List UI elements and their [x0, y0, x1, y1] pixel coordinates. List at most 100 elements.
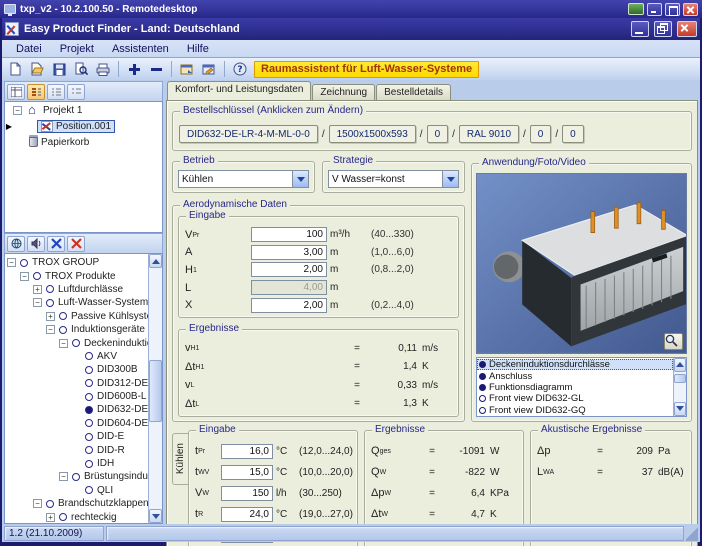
- product-tree-item[interactable]: + Luftdurchlässe: [7, 283, 148, 296]
- order-code-button[interactable]: DID632-DE-LR-4-M-ML-0-0: [179, 125, 318, 143]
- product-tree-item[interactable]: DID-R: [7, 443, 148, 456]
- order-code-button[interactable]: 1500x1500x593: [328, 125, 416, 143]
- list-view-icon[interactable]: [47, 83, 65, 100]
- save-icon[interactable]: [49, 60, 69, 79]
- media-list-item[interactable]: Front view DID632-GL: [477, 393, 673, 404]
- tree-view-icon[interactable]: [27, 83, 45, 100]
- product-tree-item[interactable]: DID600B-L: [7, 390, 148, 403]
- magnifier-icon[interactable]: [664, 332, 683, 350]
- tab[interactable]: Zeichnung: [312, 84, 376, 100]
- value-input[interactable]: 15,0: [221, 464, 273, 480]
- product-x-red-icon[interactable]: [67, 235, 85, 252]
- value-input[interactable]: 16,0: [221, 443, 273, 459]
- project-tree-item[interactable]: Papierkorb: [5, 134, 162, 150]
- product-tree-item[interactable]: − Luft-Wasser-Systeme: [7, 296, 148, 309]
- remove-icon[interactable]: [146, 60, 166, 79]
- rdp-connection-icon[interactable]: [628, 3, 644, 15]
- new-document-icon[interactable]: [5, 60, 25, 79]
- window-icon[interactable]: [177, 60, 197, 79]
- product-tree-scrollbar[interactable]: [148, 254, 162, 523]
- help-icon[interactable]: ?: [230, 60, 250, 79]
- product-tree-item[interactable]: − Brüstungsinduktionsg: [7, 470, 148, 483]
- media-list-item[interactable]: Anschluss: [477, 370, 673, 382]
- product-tree-item[interactable]: − TROX Produkte: [7, 269, 148, 282]
- scroll-up-icon[interactable]: [149, 254, 162, 268]
- rdp-close-button[interactable]: [683, 2, 698, 16]
- tree-expander[interactable]: −: [59, 472, 68, 482]
- betrieb-select[interactable]: Kühlen: [178, 170, 309, 188]
- chevron-down-icon[interactable]: [442, 171, 458, 187]
- product-tree-item[interactable]: DID312-DE: [7, 377, 148, 390]
- order-code-button[interactable]: 0: [562, 125, 584, 143]
- media-list-item[interactable]: Deckeninduktionsdurchlässe: [477, 358, 673, 371]
- product-tree-item[interactable]: + Passive Kühlsysteme: [7, 310, 148, 323]
- product-tree-item[interactable]: + rechteckig: [7, 510, 148, 523]
- app-minimize-button[interactable]: [631, 21, 649, 37]
- menu-item[interactable]: Projekt: [52, 42, 102, 56]
- details-view-icon[interactable]: [7, 83, 25, 100]
- tree-expander[interactable]: −: [33, 499, 42, 509]
- small-list-view-icon[interactable]: [67, 83, 85, 100]
- media-list-item[interactable]: Funktionsdiagramm: [477, 382, 673, 393]
- print-icon[interactable]: [93, 60, 113, 79]
- settings-icon[interactable]: [199, 60, 219, 79]
- tab-kuehlen[interactable]: Kühlen: [172, 432, 188, 485]
- menu-item[interactable]: Assistenten: [104, 42, 177, 56]
- tree-expander[interactable]: +: [46, 512, 55, 522]
- value-input[interactable]: 2,00: [251, 297, 327, 313]
- order-code-button[interactable]: 0: [426, 125, 449, 143]
- tree-expander[interactable]: +: [33, 284, 42, 294]
- app-close-button[interactable]: [677, 21, 697, 37]
- product-tree-item[interactable]: − TROX GROUP: [7, 256, 148, 269]
- value-input[interactable]: 100: [251, 227, 327, 243]
- rdp-minimize-button[interactable]: [647, 2, 662, 16]
- scroll-down-icon[interactable]: [149, 509, 162, 523]
- product-tree-item[interactable]: − Deckeninduktionsdur: [7, 336, 148, 349]
- product-tree-item[interactable]: IDH: [7, 457, 148, 470]
- product-tree-item[interactable]: − Induktionsgeräte: [7, 323, 148, 336]
- app-restore-button[interactable]: [654, 21, 672, 37]
- product-tree-item[interactable]: DID300B: [7, 363, 148, 376]
- value-input[interactable]: 3,00: [251, 244, 327, 260]
- value-input[interactable]: 24,0: [221, 506, 273, 522]
- project-tree-item[interactable]: ▶ Position.001: [5, 118, 162, 134]
- assistant-button[interactable]: Raumassistent für Luft-Wasser-Systeme: [254, 60, 480, 78]
- menu-item[interactable]: Datei: [8, 42, 50, 56]
- resize-grip[interactable]: [686, 525, 698, 541]
- add-icon[interactable]: [124, 60, 144, 79]
- value-input[interactable]: 150: [221, 485, 273, 501]
- open-icon[interactable]: [27, 60, 47, 79]
- value-input[interactable]: 2,00: [251, 262, 327, 278]
- tree-expander[interactable]: −: [7, 258, 16, 268]
- tree-expander[interactable]: −: [13, 105, 22, 115]
- tree-expander[interactable]: −: [46, 325, 55, 335]
- globe-icon[interactable]: [7, 235, 25, 252]
- scroll-up-icon[interactable]: [674, 357, 686, 372]
- tree-expander[interactable]: −: [33, 298, 42, 308]
- scroll-down-icon[interactable]: [674, 401, 686, 416]
- menu-item[interactable]: Hilfe: [179, 42, 217, 56]
- tab[interactable]: Bestelldetails: [376, 84, 452, 100]
- order-code-button[interactable]: 0: [529, 125, 552, 143]
- chevron-down-icon[interactable]: [292, 171, 308, 187]
- product-x-blue-icon[interactable]: [47, 235, 65, 252]
- order-code-button[interactable]: RAL 9010: [458, 125, 520, 143]
- media-list-item[interactable]: Front view DID632-GQ: [477, 405, 673, 416]
- product-tree-item[interactable]: − Brandschutzklappen: [7, 497, 148, 510]
- tree-expander[interactable]: −: [59, 338, 68, 348]
- speaker-icon[interactable]: [27, 235, 45, 252]
- rdp-maximize-button[interactable]: [665, 2, 680, 16]
- product-tree-item[interactable]: DID604-DE: [7, 417, 148, 430]
- product-tree-item[interactable]: DID-E: [7, 430, 148, 443]
- tab[interactable]: Komfort- und Leistungsdaten: [167, 81, 312, 100]
- project-tree-item[interactable]: − Projekt 1: [5, 102, 162, 118]
- product-tree-item[interactable]: QLI: [7, 484, 148, 497]
- tree-expander[interactable]: +: [46, 311, 55, 321]
- value-input[interactable]: 4,00: [251, 280, 327, 296]
- product-tree-item[interactable]: AKV: [7, 350, 148, 363]
- print-preview-icon[interactable]: [71, 60, 91, 79]
- tree-expander[interactable]: −: [20, 271, 29, 281]
- strategie-select[interactable]: V Wasser=konst: [328, 170, 459, 188]
- media-list-scrollbar[interactable]: [673, 357, 686, 416]
- product-tree-item[interactable]: DID632-DE: [7, 403, 148, 416]
